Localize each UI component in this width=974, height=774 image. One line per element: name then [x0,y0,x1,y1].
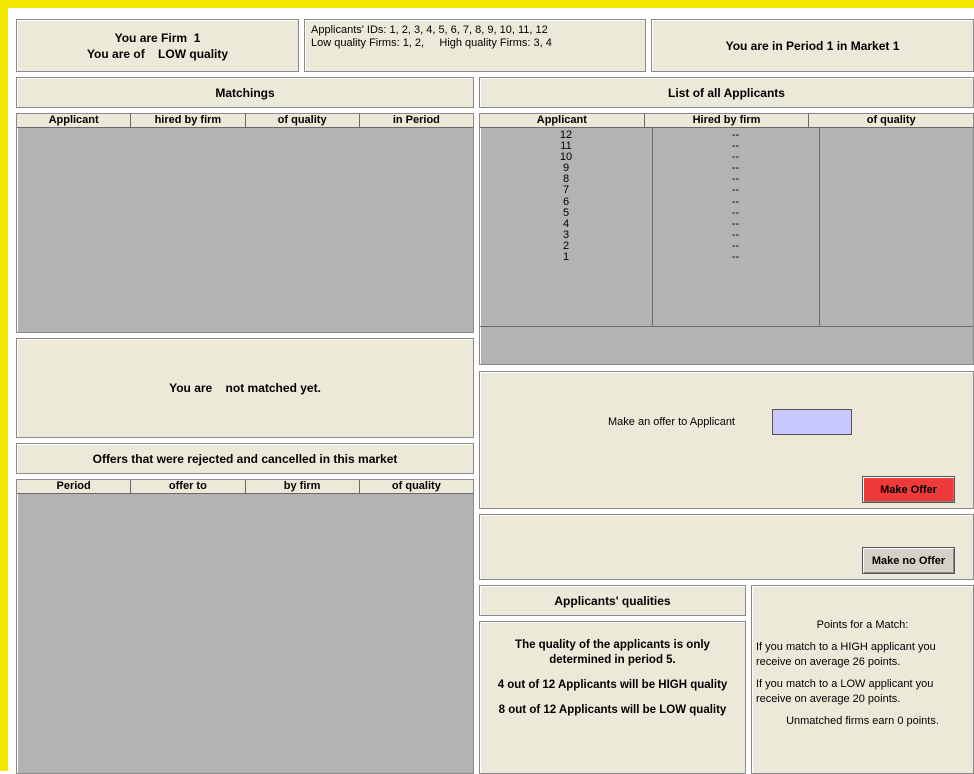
col-applicant[interactable]: Applicant [17,114,132,127]
applicant-offer-input[interactable] [772,409,852,435]
period-label: You are in Period 1 in Market 1 [725,38,900,53]
col-by-firm[interactable]: by firm [246,480,360,493]
no-offer-panel: Make no Offer [479,514,974,580]
col-offer-to[interactable]: offer to [131,480,246,493]
ids-info-panel: Applicants' IDs: 1, 2, 3, 4, 5, 6, 7, 8,… [304,19,646,72]
make-no-offer-button[interactable]: Make no Offer [862,547,955,574]
points-title: Points for a Match: [816,619,909,631]
points-unmatched-text: Unmatched firms earn 0 points. [786,715,939,727]
firm-label: You are Firm 1 [114,30,201,45]
applicant-id[interactable]: 1 [480,251,652,263]
applicant-ids-text: Applicants' IDs: 1, 2, 3, 4, 5, 6, 7, 8,… [311,24,548,36]
hired-by-value: -- [731,195,740,208]
applicant-id[interactable]: 6 [480,196,652,208]
applicant-id-column: 12 11 10 9 8 7 6 5 4 3 2 1 [480,129,652,263]
firm-info-panel: You are Firm 1 You are of LOW quality [16,19,299,72]
hired-by-value: -- [731,184,740,197]
qualities-info-panel: The quality of the applicants is only de… [479,621,746,774]
col-in-period[interactable]: in Period [360,114,473,127]
matchings-table-header: Applicant hired by firm of quality in Pe… [17,114,473,128]
offers-table-header: Period offer to by firm of quality [17,480,473,494]
matchings-title: Matchings [215,85,275,100]
applicants-table[interactable]: Applicant Hired by firm of quality 12 11… [479,113,974,365]
matchings-table[interactable]: Applicant hired by firm of quality in Pe… [16,113,474,333]
matchings-title-panel: Matchings [16,77,474,108]
offers-title-panel: Offers that were rejected and cancelled … [16,443,474,474]
hired-by-value: -- [731,251,740,264]
col-applicant[interactable]: Applicant [480,114,645,127]
qualities-title: Applicants' qualities [554,593,671,608]
match-status-text: You are not matched yet. [169,381,321,395]
qualities-line-2: 4 out of 12 Applicants will be HIGH qual… [497,679,728,691]
offer-label: Make an offer to Applicant [608,416,735,428]
firm-qualities-text: Low quality Firms: 1, 2, High quality Fi… [311,37,552,49]
points-high-text: If you match to a HIGH applicant you rec… [756,641,936,668]
applicants-table-header: Applicant Hired by firm of quality [480,114,973,128]
offers-table[interactable]: Period offer to by firm of quality [16,479,474,774]
qualities-line-3: 8 out of 12 Applicants will be LOW quali… [498,704,727,716]
offers-title: Offers that were rejected and cancelled … [92,451,398,466]
col-of-quality[interactable]: of quality [360,480,473,493]
col-hired-by-firm[interactable]: hired by firm [131,114,246,127]
period-info-panel: You are in Period 1 in Market 1 [651,19,974,72]
applicants-title: List of all Applicants [668,85,785,100]
points-low-text: If you match to a LOW applicant you rece… [756,678,934,705]
hired-by-column: -- -- -- -- -- -- -- -- -- -- -- -- [652,129,819,264]
match-status-panel: You are not matched yet. [16,338,474,438]
qualities-line-1: The quality of the applicants is only de… [515,639,710,666]
app-window: You are Firm 1 You are of LOW quality Ap… [0,0,974,774]
applicants-title-panel: List of all Applicants [479,77,974,108]
applicant-id[interactable]: 7 [480,185,652,196]
col-of-quality[interactable]: of quality [246,114,360,127]
points-info-panel: Points for a Match: If you match to a HI… [751,585,974,774]
col-of-quality[interactable]: of quality [809,114,973,127]
col-hired-by-firm[interactable]: Hired by firm [645,114,810,127]
make-offer-button[interactable]: Make Offer [862,476,955,503]
applicants-table-body: 12 11 10 9 8 7 6 5 4 3 2 1 -- -- -- -- -… [480,128,973,327]
quality-label: You are of LOW quality [86,46,229,61]
offer-form-panel: Make an offer to Applicant Make Offer [479,371,974,509]
col-period[interactable]: Period [17,480,132,493]
qualities-title-panel: Applicants' qualities [479,585,746,616]
